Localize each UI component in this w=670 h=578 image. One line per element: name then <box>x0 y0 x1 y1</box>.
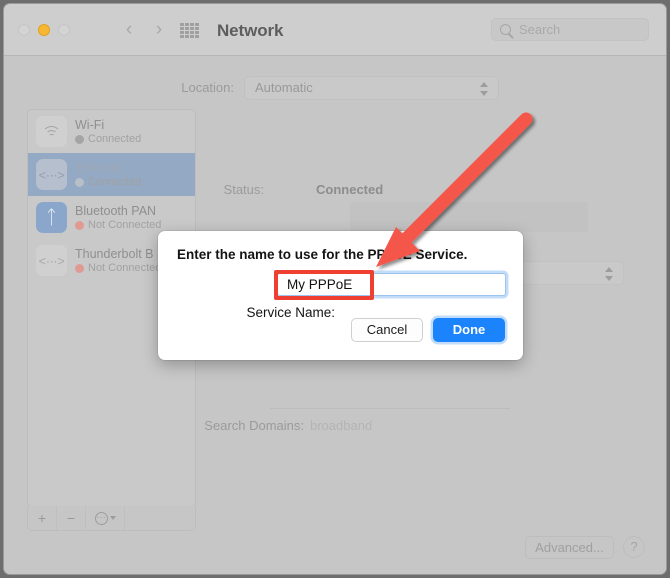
service-name: Wi-Fi <box>75 117 105 132</box>
dialog-title: Enter the name to use for the PPPoE Serv… <box>177 247 468 262</box>
network-preferences-window: ‹ › Network Search Location: Automatic W… <box>3 3 667 575</box>
chevron-updown-icon <box>480 82 489 96</box>
service-status-label: Not Connected <box>88 261 162 274</box>
services-toolbar: + − <box>27 506 196 531</box>
forward-button[interactable]: › <box>150 20 168 39</box>
advanced-button[interactable]: Advanced... <box>525 536 614 559</box>
sidebar-item-wifi[interactable]: Wi-Fi Connected <box>28 110 195 153</box>
service-status: Not Connected <box>75 219 161 232</box>
remove-service-button[interactable]: − <box>57 506 86 530</box>
zoom-button[interactable] <box>58 24 70 36</box>
bluetooth-icon: ᛏ <box>36 202 67 233</box>
status-dot-icon <box>75 220 84 230</box>
search-placeholder: Search <box>519 22 561 37</box>
service-name-label: Service Name: <box>246 305 335 320</box>
cancel-button[interactable]: Cancel <box>351 318 423 342</box>
location-row: Location: Automatic <box>4 76 666 102</box>
ethernet-icon: <···> <box>36 159 67 190</box>
search-domains-value: broadband <box>310 418 373 433</box>
location-value: Automatic <box>255 80 313 95</box>
minimize-button[interactable] <box>38 24 50 36</box>
add-service-button[interactable]: + <box>28 506 57 530</box>
divider <box>270 408 510 409</box>
service-name: Bluetooth PAN <box>75 203 157 218</box>
service-actions-button[interactable] <box>86 506 125 530</box>
service-name: Thunderbolt B <box>75 246 154 261</box>
sidebar-item-ethernet[interactable]: <···> Ethernet Connected <box>28 153 195 196</box>
close-button[interactable] <box>18 24 30 36</box>
service-name: Ethernet <box>75 160 123 175</box>
traffic-lights <box>18 24 70 36</box>
status-value: Connected <box>316 182 384 197</box>
status-row: Status: Connected <box>224 178 454 202</box>
help-button[interactable]: ? <box>623 536 645 558</box>
service-status: Connected <box>75 133 141 146</box>
search-input[interactable]: Search <box>491 18 649 41</box>
service-status-label: Connected <box>88 175 142 188</box>
location-dropdown[interactable]: Automatic <box>244 76 499 100</box>
service-name-value: My PPPoE <box>287 277 353 292</box>
back-button[interactable]: ‹ <box>120 20 138 39</box>
service-name-input[interactable]: My PPPoE <box>277 273 506 296</box>
gear-icon <box>94 511 108 525</box>
service-status: Not Connected <box>75 262 161 275</box>
status-label: Status: <box>223 182 264 197</box>
window-titlebar: ‹ › Network Search <box>4 4 666 56</box>
page-title: Network <box>217 21 284 40</box>
status-description-block <box>350 202 588 232</box>
show-all-icon[interactable] <box>180 23 199 38</box>
search-domains-label: Search Domains: <box>204 418 304 433</box>
status-dot-icon <box>75 263 84 273</box>
ethernet-icon: <···> <box>36 245 67 276</box>
search-icon <box>500 24 511 35</box>
wifi-icon <box>36 116 67 147</box>
service-status-label: Connected <box>88 132 142 145</box>
service-status-label: Not Connected <box>88 218 162 231</box>
status-dot-icon <box>75 134 84 144</box>
location-label: Location: <box>181 80 234 95</box>
service-status: Connected <box>75 176 141 189</box>
chevron-down-icon <box>109 516 116 520</box>
search-domains-row: Search Domains: broadband <box>204 414 624 438</box>
chevron-updown-icon <box>605 267 614 281</box>
done-button[interactable]: Done <box>433 318 505 342</box>
status-dot-icon <box>75 177 84 187</box>
